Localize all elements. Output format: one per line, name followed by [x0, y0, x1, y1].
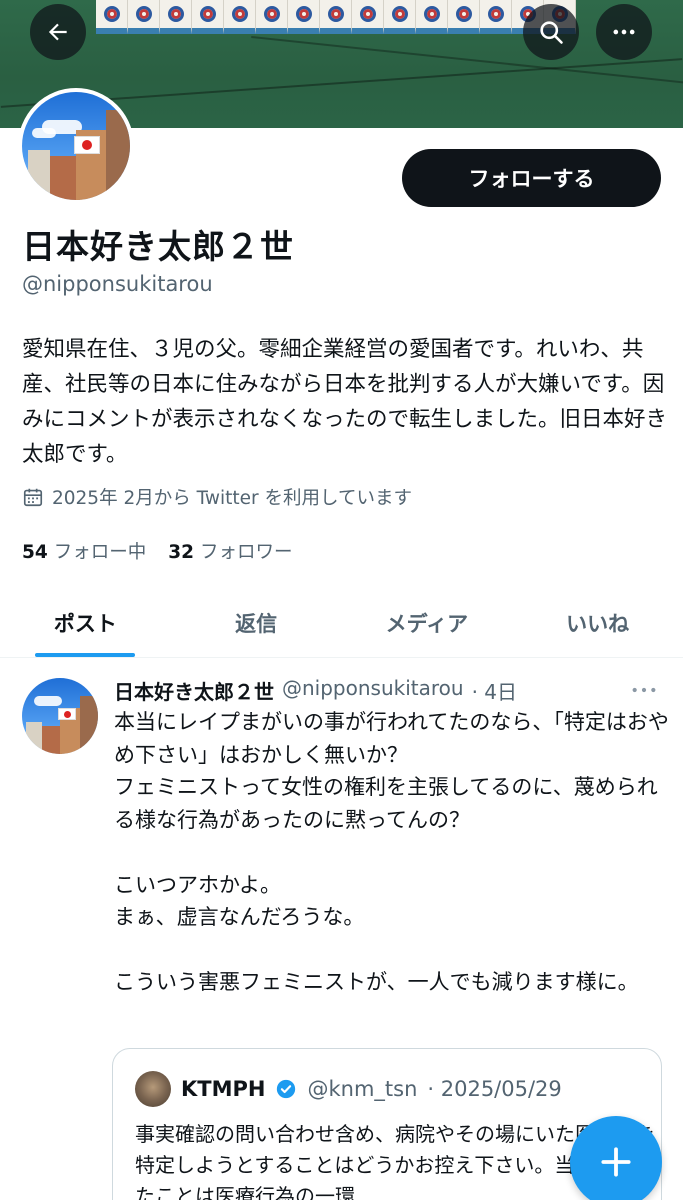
follow-button[interactable]: フォローする — [402, 149, 661, 207]
tab-posts[interactable]: ポスト — [0, 588, 171, 657]
followers-count: 32 — [168, 542, 195, 563]
display-name: 日本好き太郎２世 — [22, 227, 294, 266]
tab-replies[interactable]: 返信 — [171, 588, 342, 657]
search-icon — [540, 21, 563, 44]
quoted-date: · 2025/05/29 — [427, 1077, 562, 1101]
tweet-time[interactable]: · 4日 — [472, 676, 517, 705]
profile-avatar[interactable] — [18, 88, 134, 204]
joined-date: 2025年 2月から Twitter を利用しています — [22, 484, 412, 510]
tab-media[interactable]: メディア — [342, 588, 513, 657]
quoted-author-handle: @knm_tsn — [307, 1077, 418, 1101]
following-count: 54 — [22, 542, 48, 563]
back-button[interactable] — [30, 4, 86, 60]
profile-handle: @nipponsukitarou — [22, 272, 213, 296]
banner-image-tiles — [96, 0, 576, 34]
plus-icon — [601, 1147, 631, 1177]
profile-tabs: ポスト 返信 メディア いいね — [0, 588, 683, 658]
tab-likes[interactable]: いいね — [512, 588, 683, 657]
tweet-header: 日本好き太郎２世 @nipponsukitarou · 4日 — [114, 676, 517, 705]
arrow-left-icon — [48, 23, 67, 41]
quoted-tweet-header: KTMPH @knm_tsn · 2025/05/29 — [135, 1071, 562, 1107]
tweet-more-button[interactable] — [630, 680, 658, 704]
calendar-icon — [23, 488, 43, 507]
followers-label: フォロワー — [200, 542, 293, 563]
verified-badge-icon — [277, 1079, 296, 1099]
joined-text: 2025年 2月から Twitter を利用しています — [52, 488, 412, 509]
tweet-author-handle[interactable]: @nipponsukitarou — [282, 676, 464, 705]
search-button[interactable] — [523, 4, 579, 60]
more-button[interactable] — [596, 4, 652, 60]
more-horizontal-icon — [613, 29, 635, 35]
followers-link[interactable]: 32 フォロワー — [168, 538, 292, 564]
quoted-avatar — [135, 1071, 171, 1107]
active-tab-indicator — [35, 653, 136, 657]
tweet-avatar[interactable] — [22, 678, 98, 754]
compose-button[interactable] — [570, 1116, 662, 1200]
tweet-text: 本当にレイプまがいの事が行われてたのなら、「特定はおやめ下さい」はおかしく無いか… — [114, 710, 669, 994]
profile-bio: 愛知県在住、３児の父。零細企業経営の愛国者です。れいわ、共産、社民等の日本に住み… — [22, 337, 668, 467]
follow-stats: 54 フォロー中 32 フォロワー — [22, 538, 293, 564]
tweet-author-name[interactable]: 日本好き太郎２世 — [114, 676, 274, 705]
following-link[interactable]: 54 フォロー中 — [22, 538, 146, 564]
following-label: フォロー中 — [53, 542, 147, 563]
more-horizontal-icon — [632, 687, 656, 693]
quoted-author-name: KTMPH — [181, 1077, 266, 1101]
